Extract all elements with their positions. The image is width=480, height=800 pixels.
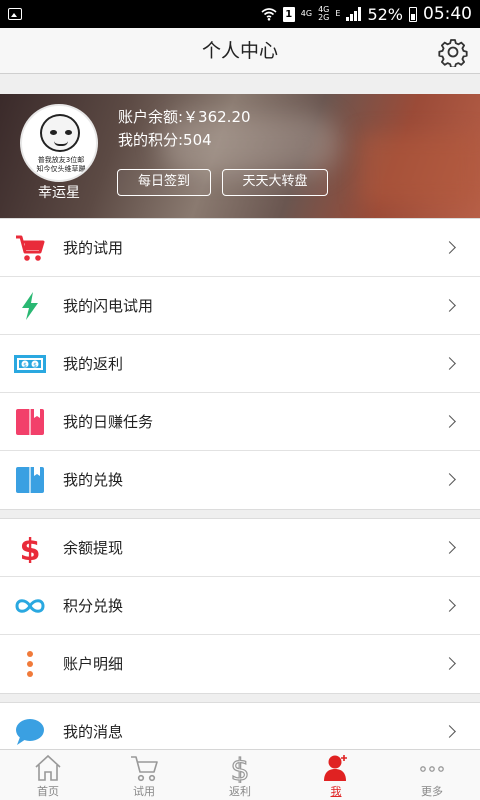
chevron-right-icon [443, 241, 456, 254]
avatar-eye [50, 130, 57, 135]
svg-text:$: $ [33, 362, 37, 369]
dollar-icon: $ [20, 533, 41, 563]
user-icon [324, 755, 347, 781]
chevron-right-icon [443, 415, 456, 428]
network-type-d: E [335, 9, 341, 18]
gear-icon[interactable] [438, 37, 468, 67]
image-notification-icon [8, 8, 22, 20]
list-item-daily-tasks[interactable]: 我的日赚任务 [0, 393, 480, 451]
tab-label: 更多 [421, 785, 443, 798]
money-icon: $ $ [14, 355, 46, 373]
chat-icon [16, 719, 44, 745]
avatar-face [40, 114, 80, 152]
avatar[interactable]: 普我放友3位邮 知今仅头维草蹦 [20, 104, 98, 182]
list-item-label: 积分兑换 [63, 597, 124, 615]
cart-icon [16, 235, 45, 261]
book-icon [16, 467, 44, 493]
more-icon [420, 766, 444, 772]
tab-label: 返利 [229, 785, 251, 798]
sim-indicator: 1 [282, 6, 295, 22]
lightning-icon [22, 292, 38, 320]
chevron-right-icon [443, 357, 456, 370]
list-item-label: 我的试用 [63, 239, 124, 257]
tab-home[interactable]: 首页 [0, 750, 96, 800]
list-item-my-exchanges[interactable]: 我的兑换 [0, 451, 480, 509]
avatar-caption-line-1: 普我放友3位邮 [37, 156, 85, 164]
daily-checkin-button[interactable]: 每日签到 [117, 169, 211, 196]
cart-icon [131, 756, 158, 782]
list-item-points-exchange[interactable]: 积分兑换 [0, 577, 480, 635]
tab-me[interactable]: 我 [288, 750, 384, 800]
chevron-right-icon [443, 725, 456, 738]
tab-label: 试用 [133, 785, 155, 798]
home-icon [35, 754, 61, 781]
list-item-label: 我的闪电试用 [63, 297, 154, 315]
tab-label: 首页 [37, 785, 59, 798]
chevron-right-icon [443, 541, 456, 554]
avatar-mouth [54, 141, 68, 146]
tab-trial[interactable]: 试用 [96, 750, 192, 800]
dots-icon [27, 651, 33, 677]
list-item-label: 我的日赚任务 [63, 413, 154, 431]
avatar-caption-line-2: 知今仅头维草蹦 [36, 165, 86, 173]
status-bar: 1 4G 4G 2G E 52% 05:40 [0, 0, 480, 28]
menu-group-account: $ 余额提现 积分兑换 账户明细 [0, 518, 480, 694]
profile-banner: 普我放友3位邮 知今仅头维草蹦 幸运星 账户余额:￥362.20 我的积分:50… [0, 94, 480, 218]
network-type-a: 4G [300, 9, 313, 18]
points-total: 我的积分:504 [118, 131, 212, 149]
network-type-c: 2G [318, 13, 330, 22]
svg-text:$: $ [23, 362, 27, 369]
svg-text:$: $ [230, 753, 249, 783]
battery-percent: 52% [367, 4, 403, 24]
username: 幸运星 [38, 185, 80, 201]
list-item-label: 我的返利 [63, 355, 124, 373]
menu-group-trials: 我的试用 我的闪电试用 $ $ 我的返利 我的日赚任务 我的兑换 [0, 218, 480, 510]
network-type-stack: 4G 2G [318, 6, 329, 22]
avatar-caption: 普我放友3位邮 知今仅头维草蹦 [28, 156, 94, 174]
account-balance: 账户余额:￥362.20 [118, 108, 251, 126]
tab-rebate[interactable]: $ 返利 [192, 750, 288, 800]
lucky-wheel-button[interactable]: 天天大转盘 [222, 169, 328, 196]
list-item-my-trials[interactable]: 我的试用 [0, 219, 480, 277]
app-header: 个人中心 [0, 28, 480, 74]
list-item-withdraw[interactable]: $ 余额提现 [0, 519, 480, 577]
tab-label: 我 [330, 785, 342, 798]
list-item-account-details[interactable]: 账户明细 [0, 635, 480, 693]
clock: 05:40 [423, 4, 472, 24]
banner-background-accent [360, 134, 480, 204]
list-item-flash-trials[interactable]: 我的闪电试用 [0, 277, 480, 335]
tab-more[interactable]: 更多 [384, 750, 480, 800]
battery-icon [409, 6, 417, 22]
chevron-right-icon [443, 299, 456, 312]
list-item-label: 余额提现 [63, 539, 124, 557]
bottom-tab-bar: 首页 试用 $ 返利 我 更多 [0, 749, 480, 800]
page-title: 个人中心 [201, 40, 278, 62]
avatar-eye [65, 130, 72, 135]
chevron-right-icon [443, 473, 456, 486]
dollar-icon: $ [230, 753, 250, 783]
wifi-icon [261, 8, 277, 21]
list-item-label: 我的兑换 [63, 471, 124, 489]
list-item-label: 账户明细 [63, 655, 124, 673]
svg-text:$: $ [20, 533, 41, 563]
chevron-right-icon [443, 599, 456, 612]
signal-icon [346, 7, 362, 21]
list-item-my-rebates[interactable]: $ $ 我的返利 [0, 335, 480, 393]
book-icon [16, 409, 44, 435]
infinity-icon [15, 599, 45, 613]
chevron-right-icon [443, 657, 456, 670]
